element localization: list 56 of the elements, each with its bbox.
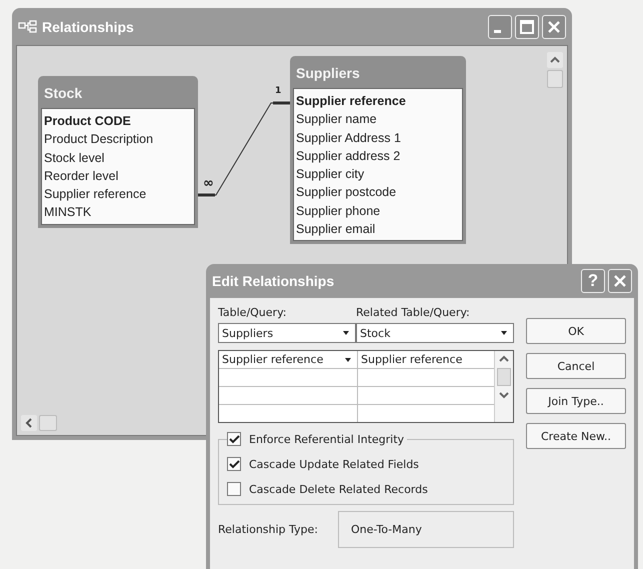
field-label: Related Table/Query: — [356, 306, 470, 319]
checkbox[interactable] — [227, 432, 241, 446]
many-label: ∞ — [203, 177, 214, 190]
dialog-title: Edit Relationships — [212, 273, 336, 289]
field-item[interactable]: MINSTK — [44, 203, 192, 222]
table-box[interactable]: Stock Product CODE Product Description Stock level Reorder level Supplier reference MINSTK — [38, 76, 198, 228]
close-button[interactable] — [608, 269, 632, 293]
field-item[interactable]: Supplier postcode — [296, 183, 460, 202]
check-icon — [228, 434, 240, 444]
related-table-dropdown[interactable]: Stock — [356, 323, 514, 343]
close-button[interactable] — [542, 14, 566, 38]
dialog-button[interactable]: Cancel — [526, 353, 626, 379]
field-label: Table/Query: — [218, 306, 288, 319]
option-checkbox[interactable]: Enforce Referential Integrity — [227, 432, 408, 446]
maximize-button[interactable] — [515, 14, 539, 38]
dialog-button[interactable]: Join Type.. — [526, 388, 626, 414]
field-item[interactable]: Product CODE — [44, 112, 192, 130]
table-name: Stock — [43, 84, 84, 103]
vertical-scrollbar[interactable] — [547, 52, 563, 88]
field-item[interactable]: Supplier email — [296, 220, 460, 238]
dialog-button[interactable]: OK — [526, 318, 626, 344]
field-item[interactable]: Supplier reference — [44, 185, 192, 204]
option-checkbox[interactable]: Cascade Update Related Fields — [227, 457, 503, 471]
table-cell[interactable]: Supplier reference — [219, 351, 357, 368]
dialog-button[interactable]: Create New.. — [526, 423, 626, 449]
maximize-icon — [520, 20, 534, 34]
scroll-thumb[interactable] — [547, 70, 563, 88]
one-label: 1 — [275, 86, 282, 96]
check-icon — [228, 458, 240, 470]
horizontal-scrollbar[interactable] — [21, 415, 57, 431]
close-icon — [613, 274, 627, 288]
field-item[interactable]: Reorder level — [44, 166, 192, 186]
field-item[interactable]: Product Description — [44, 130, 192, 149]
field-item[interactable]: Supplier phone — [296, 202, 460, 220]
field-item[interactable]: Supplier city — [296, 165, 460, 184]
scroll-thumb[interactable] — [39, 415, 57, 431]
window-title: Relationships — [42, 18, 135, 34]
option-checkbox[interactable]: Cascade Delete Related Records — [227, 482, 503, 496]
field-item[interactable]: Supplier reference — [296, 92, 460, 110]
checkbox[interactable] — [227, 457, 241, 471]
scroll-thumb[interactable] — [497, 368, 511, 386]
checkbox[interactable] — [227, 482, 241, 496]
table-box[interactable]: Suppliers Supplier reference Supplier name Supplier Address 1 Supplier address 2 Supplier city Supplier postcode Supplier phone Supplier email — [290, 56, 466, 244]
field-item[interactable]: Supplier address 2 — [296, 146, 460, 166]
relationships-icon — [18, 20, 38, 34]
minimize-button[interactable] — [488, 14, 512, 38]
table-name: Suppliers — [295, 64, 361, 83]
minimize-icon — [494, 30, 501, 33]
field-item[interactable]: Supplier name — [296, 110, 460, 129]
table-dropdown[interactable]: Suppliers — [218, 323, 356, 343]
vertical-scrollbar[interactable] — [494, 351, 513, 422]
relationship-type-field: One-To-Many — [338, 511, 514, 548]
close-icon — [547, 20, 561, 34]
field-label: Relationship Type: — [218, 523, 318, 536]
field-item[interactable]: Stock level — [44, 148, 192, 167]
field-item[interactable]: Supplier Address 1 — [296, 128, 460, 147]
